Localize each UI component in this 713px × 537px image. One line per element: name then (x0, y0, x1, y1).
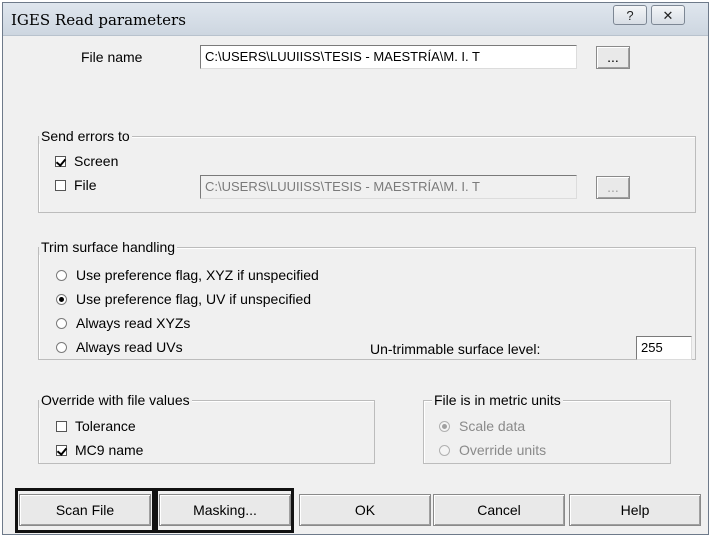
radio-button[interactable] (56, 293, 67, 305)
metric-units-legend: File is in metric units (432, 392, 563, 408)
iges-read-parameters-dialog: IGES Read parameters ? ✕ File name C:\US… (2, 2, 709, 535)
mc9-name-checkbox-row[interactable]: MC9 name (56, 442, 143, 458)
file-label: File (74, 177, 97, 193)
trim-option-uv-unspecified[interactable]: Use preference flag, UV if unspecified (56, 291, 311, 307)
override-legend: Override with file values (39, 392, 192, 408)
file-name-label: File name (81, 49, 143, 65)
window-title: IGES Read parameters (11, 11, 186, 29)
tolerance-label: Tolerance (75, 418, 136, 434)
screen-label: Screen (74, 153, 119, 169)
tolerance-checkbox-row[interactable]: Tolerance (56, 418, 136, 434)
close-icon[interactable]: ✕ (651, 5, 685, 25)
trim-option-xyz-unspecified[interactable]: Use preference flag, XYZ if unspecified (56, 267, 319, 283)
radio-label: Always read XYZs (76, 315, 191, 331)
screen-checkbox[interactable] (55, 155, 66, 167)
file-checkbox-row[interactable]: File (55, 177, 97, 193)
mc9-name-label: MC9 name (75, 442, 144, 458)
radio-label: Use preference flag, UV if unspecified (76, 291, 312, 307)
mc9-name-checkbox[interactable] (56, 444, 67, 456)
help-icon[interactable]: ? (613, 5, 647, 25)
scale-data-label: Scale data (459, 418, 526, 434)
title-bar: IGES Read parameters ? ✕ (3, 3, 708, 36)
radio-label: Use preference flag, XYZ if unspecified (76, 267, 319, 283)
radio-button (439, 444, 450, 456)
trim-option-always-uv[interactable]: Always read UVs (56, 339, 183, 355)
radio-button[interactable] (56, 341, 67, 353)
file-name-field[interactable]: C:\USERS\LUUIISS\TESIS - MAESTRÍA\M. I. … (200, 45, 577, 69)
file-checkbox[interactable] (55, 179, 66, 191)
error-file-path-field: C:\USERS\LUUIISS\TESIS - MAESTRÍA\M. I. … (200, 175, 577, 199)
help-button[interactable]: Help (569, 494, 701, 526)
masking-highlight-box (155, 488, 294, 533)
untrimmable-level-label: Un-trimmable surface level: (370, 341, 541, 357)
dialog-body: File name C:\USERS\LUUIISS\TESIS - MAEST… (3, 36, 708, 534)
trim-surface-legend: Trim surface handling (39, 239, 178, 255)
ok-button[interactable]: OK (299, 494, 431, 526)
override-units-option: Override units (439, 442, 546, 458)
trim-option-always-xyz[interactable]: Always read XYZs (56, 315, 190, 331)
scan-file-highlight-box (15, 488, 155, 533)
untrimmable-level-input[interactable]: 255 (636, 336, 692, 360)
send-errors-legend: Send errors to (39, 128, 132, 144)
error-file-browse-button: ... (596, 176, 630, 199)
screen-checkbox-row[interactable]: Screen (55, 153, 118, 169)
radio-button[interactable] (56, 269, 67, 281)
radio-label: Always read UVs (76, 339, 183, 355)
cancel-button[interactable]: Cancel (433, 494, 565, 526)
radio-button[interactable] (56, 317, 67, 329)
file-name-browse-button[interactable]: ... (596, 46, 630, 69)
radio-button (439, 420, 450, 432)
tolerance-checkbox[interactable] (56, 420, 67, 432)
scale-data-option: Scale data (439, 418, 525, 434)
override-units-label: Override units (459, 442, 547, 458)
